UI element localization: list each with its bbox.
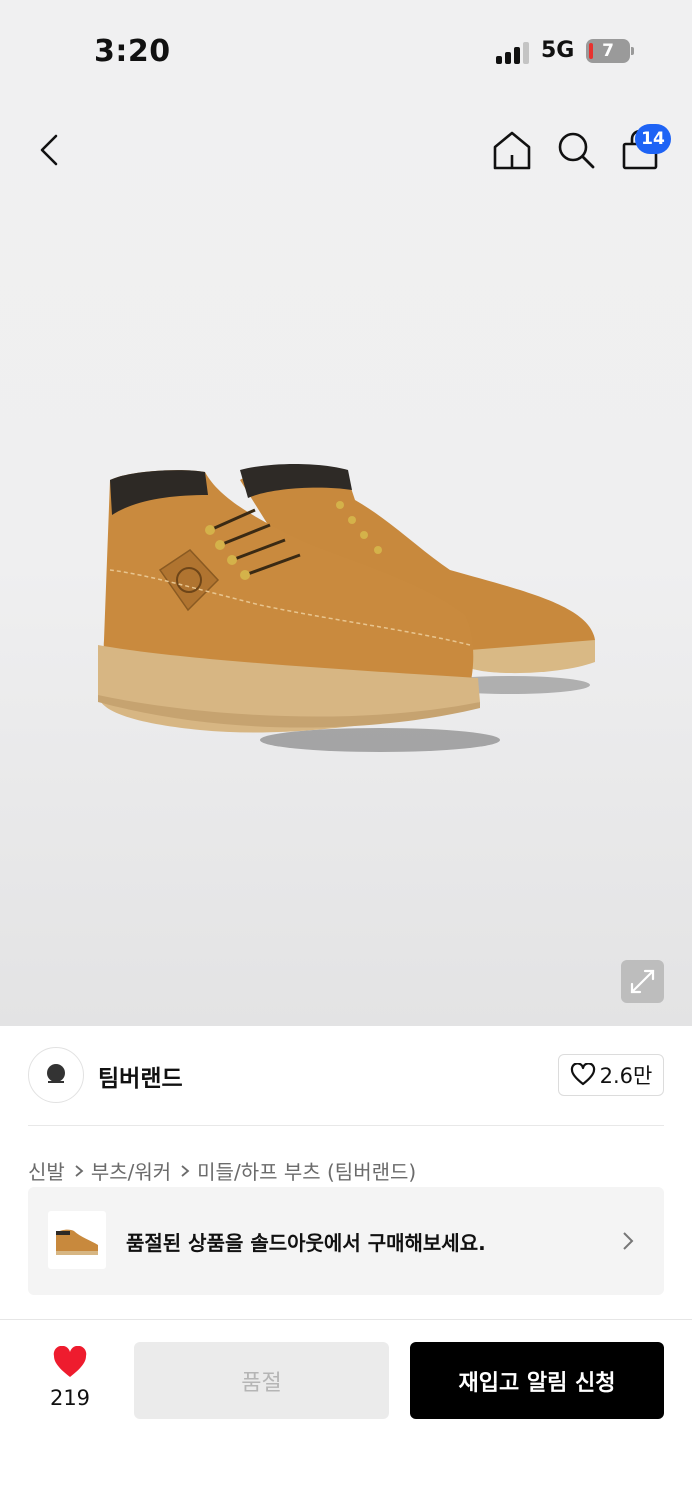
boot-thumbnail-icon [56,1229,98,1255]
signal-icon [496,40,532,64]
battery-icon: 7 [586,39,630,63]
breadcrumb: 신발 부츠/워커 미들/하프 부츠 (팀버랜드) [28,1156,416,1185]
brand-logo[interactable] [28,1047,84,1103]
heart-filled-icon [53,1345,87,1377]
divider [28,1125,664,1126]
search-icon [558,132,595,169]
breadcrumb-item[interactable]: 부츠/워커 [91,1156,171,1185]
soldout-banner[interactable]: 품절된 상품을 솔드아웃에서 구매해보세요. [28,1187,664,1295]
heart-outline-icon [570,1063,595,1086]
home-icon [493,131,531,170]
breadcrumb-item[interactable]: 신발 [28,1156,65,1185]
battery-level: 7 [602,41,614,61]
chevron-right-icon [75,1164,84,1177]
brand-like-button[interactable]: 2.6만 [558,1054,664,1096]
brand-name[interactable]: 팀버랜드 [98,1059,183,1093]
banner-thumbnail [48,1211,106,1269]
chevron-right-icon [181,1164,190,1177]
expand-image-button[interactable] [621,960,664,1003]
soldout-button[interactable]: 품절 [134,1342,389,1419]
breadcrumb-item[interactable]: 미들/하프 부츠 (팀버랜드) [197,1156,416,1185]
wishlist-button[interactable] [52,1345,88,1380]
battery-cap [631,47,634,55]
tree-logo-icon [47,1064,65,1083]
expand-icon [630,969,655,994]
status-time: 3:20 [94,34,171,69]
wishlist-count: 219 [49,1386,91,1410]
cart-count-badge: 14 [635,124,671,154]
banner-text: 품절된 상품을 솔드아웃에서 구매해보세요. [126,1231,486,1255]
brand-like-count: 2.6만 [599,1064,653,1088]
restock-alert-button[interactable]: 재입고 알림 신청 [410,1342,664,1419]
search-button[interactable] [555,128,597,172]
chevron-right-icon [623,1232,634,1250]
back-icon [40,134,58,166]
home-button[interactable] [490,128,534,172]
back-button[interactable] [30,128,70,172]
product-photo [98,464,595,752]
network-type: 5G [541,38,575,63]
